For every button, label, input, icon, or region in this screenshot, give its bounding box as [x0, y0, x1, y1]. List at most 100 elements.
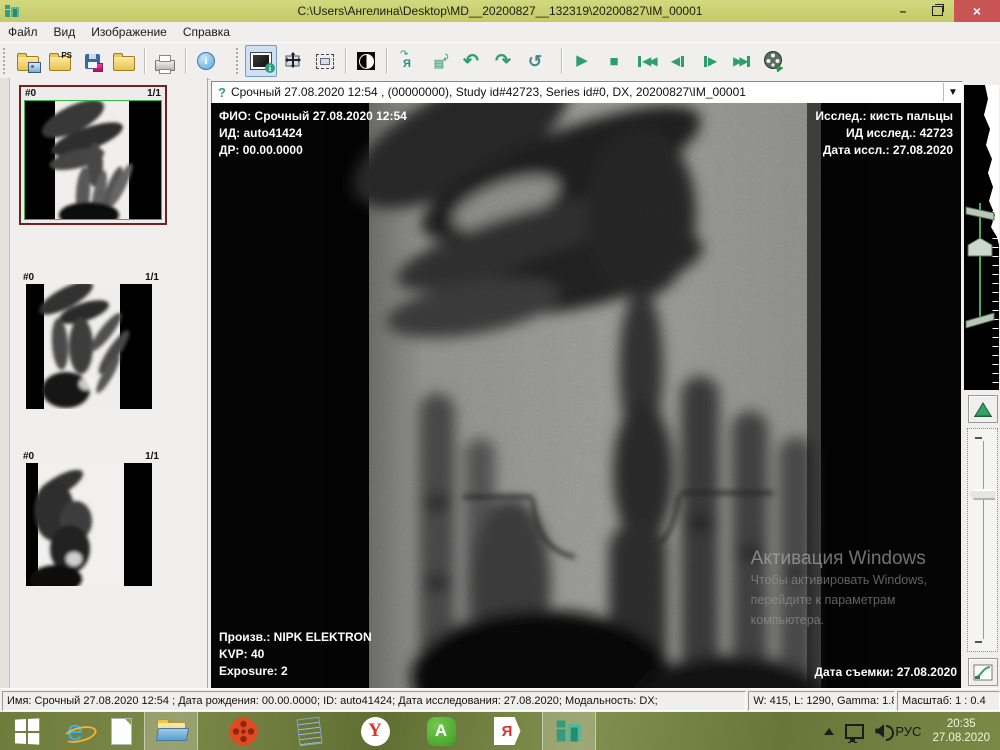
histogram-panel[interactable]	[964, 85, 999, 390]
start-button[interactable]	[0, 712, 52, 750]
status-bar: Имя: Срочный 27.08.2020 12:54 ; Дата рож…	[0, 688, 1000, 713]
window-title: C:\Users\Ангелина\Desktop\MD__20200827__…	[0, 4, 1000, 18]
flip-horizontal-button[interactable]: ↷Я	[391, 45, 423, 77]
toolbar-drag-handle[interactable]	[236, 48, 242, 74]
next-frame-icon: ▶	[708, 55, 717, 67]
gamma-curve-button[interactable]	[968, 658, 998, 686]
rotate-right-button[interactable]: ↷	[487, 45, 519, 77]
status-scale: Масштаб: 1 : 0.4	[897, 691, 1000, 711]
open-ps-button[interactable]: PS	[44, 45, 76, 77]
thumbnail-series-label: #0	[25, 88, 36, 99]
window-level-panel	[963, 78, 1000, 688]
question-icon: ?	[218, 85, 226, 100]
sidebar-splitter[interactable]	[0, 78, 10, 688]
toolbar: PS i i	[0, 42, 1000, 80]
cine-export-button[interactable]	[758, 45, 790, 77]
slider-track	[983, 441, 984, 639]
next-frame-button[interactable]: ▶	[694, 45, 726, 77]
gamma-slider[interactable]	[967, 428, 998, 652]
restore-icon	[932, 6, 943, 16]
print-button[interactable]	[149, 45, 181, 77]
application-window: C:\Users\Ангелина\Desktop\MD__20200827__…	[0, 0, 1000, 750]
menu-bar: Файл Вид Изображение Справка	[0, 22, 1000, 42]
info-button[interactable]: i	[190, 45, 222, 77]
volume-icon[interactable]	[875, 723, 884, 739]
slider-handle[interactable]	[969, 489, 995, 500]
gamma-curve-icon	[973, 664, 993, 681]
thumbnail[interactable]: #0 1/1	[19, 271, 163, 409]
open-folder-button[interactable]	[108, 45, 140, 77]
document-icon	[111, 718, 132, 745]
print-icon	[155, 60, 175, 71]
histogram-peak-icon	[973, 400, 993, 418]
menu-image[interactable]: Изображение	[83, 23, 175, 41]
stop-icon: ■	[609, 54, 618, 69]
fit-icon	[316, 54, 334, 69]
open-image-button[interactable]	[12, 45, 44, 77]
taskbar-file-explorer[interactable]	[144, 712, 198, 750]
invert-button[interactable]	[350, 45, 382, 77]
taskbar-media-player[interactable]	[220, 712, 266, 750]
taskbar-yandex-app[interactable]: Я	[484, 712, 530, 750]
thumbnail[interactable]: #0 1/1	[19, 450, 163, 586]
taskbar-yandex-browser[interactable]: Y	[352, 712, 398, 750]
stop-button[interactable]: ■	[598, 45, 630, 77]
green-a-icon: A	[427, 717, 456, 746]
toolbar-drag-handle[interactable]	[3, 48, 9, 74]
save-icon	[85, 54, 100, 69]
pan-button[interactable]	[277, 45, 309, 77]
thumbnail-sidebar: #0 1/1	[0, 78, 208, 688]
fit-to-window-button[interactable]	[309, 45, 341, 77]
yandex-y-icon: Y	[361, 717, 390, 746]
clock-time: 20:35	[932, 717, 990, 731]
rotate-left-button[interactable]: ↶	[455, 45, 487, 77]
toolbar-separator	[561, 48, 562, 74]
undo-button[interactable]: ↺	[519, 45, 551, 77]
thumbnail-page-count: 1/1	[145, 451, 159, 462]
play-button[interactable]: ▶	[566, 45, 598, 77]
prev-frame-button[interactable]: ◀	[662, 45, 694, 77]
save-button[interactable]	[76, 45, 108, 77]
menu-help[interactable]: Справка	[175, 23, 238, 41]
network-icon[interactable]	[845, 724, 864, 739]
first-frame-icon: ◀◀	[642, 55, 655, 67]
thumbnail-page-count: 1/1	[147, 88, 161, 99]
flip-vertical-button[interactable]: ↷▤	[423, 45, 455, 77]
pan-arrows-icon	[284, 52, 302, 70]
patient-overlay: ФИО: Срочный 27.08.2020 12:54ИД: auto414…	[219, 108, 407, 159]
taskbar-document-app[interactable]	[98, 712, 144, 750]
taskbar-notepad[interactable]	[286, 712, 332, 750]
study-selector[interactable]: ? Срочный 27.08.2020 12:54 , (00000000),…	[211, 81, 963, 103]
toolbar-separator	[345, 48, 346, 74]
taskbar-dicom-viewer-active[interactable]	[542, 712, 596, 750]
thumbnail-series-label: #0	[23, 451, 34, 462]
menu-file[interactable]: Файл	[0, 23, 46, 41]
menu-view[interactable]: Вид	[46, 23, 84, 41]
xray-image	[211, 103, 961, 688]
toolbar-separator	[144, 48, 145, 74]
info-icon: i	[197, 52, 215, 70]
last-frame-button[interactable]: ▶▶	[726, 45, 758, 77]
thumbnail-selected[interactable]: #0 1/1	[19, 85, 167, 225]
rotate-right-icon: ↷	[495, 52, 511, 71]
tray-expand-icon[interactable]	[824, 728, 834, 735]
slider-tick	[975, 437, 982, 439]
overlay-toggle-button[interactable]: i	[245, 45, 277, 77]
taskbar-clock[interactable]: 20:35 27.08.2020	[932, 717, 990, 745]
yandex-shield-icon: Я	[494, 717, 521, 745]
taskbar-internet-explorer[interactable]: e	[52, 712, 98, 750]
equipment-overlay: Произв.: NIPK ELEKTRONKVP: 40Exposure: 2	[219, 629, 372, 680]
language-indicator[interactable]: РУС	[895, 724, 921, 739]
folder-ps-icon: PS	[49, 56, 71, 71]
histogram-button[interactable]	[968, 395, 998, 423]
flip-vertical-icon: ↷▤	[430, 52, 448, 70]
first-frame-button[interactable]: ◀◀	[630, 45, 662, 77]
study-dropdown-button[interactable]: ▼	[943, 83, 962, 101]
taskbar-green-a-app[interactable]: A	[418, 712, 464, 750]
toolbar-separator	[185, 48, 186, 74]
play-icon: ▶	[576, 55, 588, 67]
slider-tick	[975, 641, 982, 643]
image-overlay-icon: i	[250, 52, 272, 70]
title-bar: C:\Users\Ангелина\Desktop\MD__20200827__…	[0, 0, 1000, 22]
xray-canvas[interactable]: ФИО: Срочный 27.08.2020 12:54ИД: auto414…	[211, 103, 961, 688]
